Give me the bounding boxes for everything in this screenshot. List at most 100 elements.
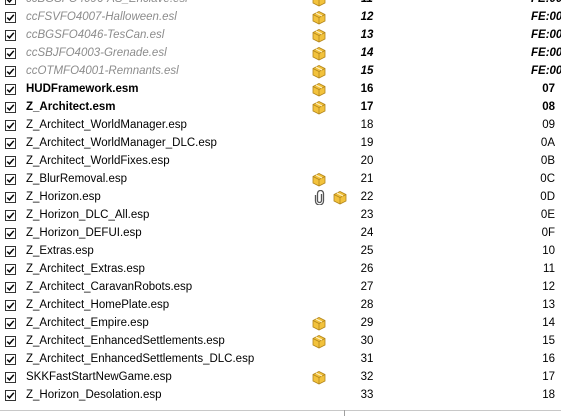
plugin-priority: 29 bbox=[360, 317, 374, 329]
plugin-name: Z_Horizon_DEFUI.esp bbox=[26, 227, 142, 239]
plugin-name: ccOTMFO4001-Remnants.esl bbox=[26, 65, 179, 77]
plugin-priority: 20 bbox=[360, 155, 374, 167]
plugin-priority: 21 bbox=[360, 173, 374, 185]
plugin-name: ccBGSFO4046-TesCan.esl bbox=[26, 29, 165, 41]
plugin-row[interactable]: Z_Horizon_Desolation.esp 33 18 bbox=[0, 387, 561, 405]
plugin-enabled-checkbox[interactable] bbox=[5, 192, 16, 203]
plugin-name: Z_Architect.esm bbox=[26, 101, 116, 113]
plugin-mod-index: FE:004 bbox=[531, 0, 561, 5]
plugin-row[interactable]: Z_BlurRemoval.esp 21 0C bbox=[0, 171, 561, 189]
check-icon bbox=[6, 194, 15, 202]
attachment-icon bbox=[314, 189, 326, 206]
plugin-priority: 25 bbox=[360, 245, 374, 257]
plugin-row[interactable]: SKKFastStartNewGame.esp 32 17 bbox=[0, 369, 561, 387]
plugin-name: Z_Horizon_DLC_All.esp bbox=[26, 209, 150, 221]
check-icon bbox=[6, 32, 15, 40]
plugin-mod-index: FE:008 bbox=[531, 65, 561, 77]
plugin-mod-index: 17 bbox=[542, 371, 555, 383]
plugin-priority: 22 bbox=[360, 191, 374, 203]
plugin-enabled-checkbox[interactable] bbox=[5, 0, 16, 5]
plugin-enabled-checkbox[interactable] bbox=[5, 354, 16, 365]
check-icon bbox=[6, 230, 15, 238]
plugin-row[interactable]: ccOTMFO4001-Remnants.esl 15 FE:008 bbox=[0, 63, 561, 81]
plugin-enabled-checkbox[interactable] bbox=[5, 138, 16, 149]
archive-icon bbox=[312, 334, 326, 349]
plugin-enabled-checkbox[interactable] bbox=[5, 156, 16, 167]
plugin-mod-index: 12 bbox=[542, 281, 555, 293]
check-icon bbox=[6, 374, 15, 382]
plugin-enabled-checkbox[interactable] bbox=[5, 300, 16, 311]
plugin-enabled-checkbox[interactable] bbox=[5, 228, 16, 239]
plugin-enabled-checkbox[interactable] bbox=[5, 282, 16, 293]
plugin-name: ccFSVFO4007-Halloween.esl bbox=[26, 11, 177, 23]
check-icon bbox=[6, 122, 15, 130]
plugin-name: Z_Architect_EnhancedSettlements.esp bbox=[26, 335, 225, 347]
plugin-enabled-checkbox[interactable] bbox=[5, 120, 16, 131]
check-icon bbox=[6, 176, 15, 184]
plugin-enabled-checkbox[interactable] bbox=[5, 336, 16, 347]
plugin-enabled-checkbox[interactable] bbox=[5, 390, 16, 401]
plugin-enabled-checkbox[interactable] bbox=[5, 66, 16, 77]
check-icon bbox=[6, 104, 15, 112]
plugin-mod-index: 14 bbox=[542, 317, 555, 329]
check-icon bbox=[6, 0, 13, 4]
plugin-enabled-checkbox[interactable] bbox=[5, 372, 16, 383]
check-icon bbox=[6, 50, 15, 58]
plugin-row[interactable]: Z_Horizon_DEFUI.esp 24 0F bbox=[0, 225, 561, 243]
check-icon bbox=[6, 356, 15, 364]
plugin-row[interactable]: ccBGSFO4046-TesCan.esl 13 FE:006 bbox=[0, 27, 561, 45]
plugin-row[interactable]: Z_Architect_Extras.esp 26 11 bbox=[0, 261, 561, 279]
plugin-row[interactable]: ccFSVFO4007-Halloween.esl 12 FE:005 bbox=[0, 9, 561, 27]
plugin-row[interactable]: Z_Extras.esp 25 10 bbox=[0, 243, 561, 261]
plugin-enabled-checkbox[interactable] bbox=[5, 84, 16, 95]
plugin-mod-index: 15 bbox=[542, 335, 555, 347]
plugin-enabled-checkbox[interactable] bbox=[5, 210, 16, 221]
plugin-enabled-checkbox[interactable] bbox=[5, 174, 16, 185]
plugin-name: Z_Architect_EnhancedSettlements_DLC.esp bbox=[26, 353, 255, 365]
plugin-name: Z_Horizon.esp bbox=[26, 191, 101, 203]
archive-icon bbox=[333, 190, 347, 205]
archive-icon bbox=[312, 172, 326, 187]
plugin-row[interactable]: ccBGSFO4096-AS_Enclave.esl 11 FE:004 bbox=[0, 0, 561, 9]
status-panel bbox=[344, 410, 561, 416]
archive-icon bbox=[312, 370, 326, 385]
plugin-enabled-checkbox[interactable] bbox=[5, 102, 16, 113]
plugin-priority: 30 bbox=[360, 335, 374, 347]
plugin-row[interactable]: Z_Architect.esm 17 08 bbox=[0, 99, 561, 117]
check-icon bbox=[6, 86, 15, 94]
plugin-mod-index: 0D bbox=[540, 191, 555, 203]
plugin-enabled-checkbox[interactable] bbox=[5, 48, 16, 59]
plugin-name: Z_Architect_HomePlate.esp bbox=[26, 299, 170, 311]
plugin-row[interactable]: HUDFramework.esm 16 07 bbox=[0, 81, 561, 99]
plugin-mod-index: 0C bbox=[540, 173, 555, 185]
plugin-mod-index: 0B bbox=[540, 155, 555, 167]
plugin-name: Z_Architect_Empire.esp bbox=[26, 317, 149, 329]
plugin-row[interactable]: Z_Architect_CaravanRobots.esp 27 12 bbox=[0, 279, 561, 297]
plugin-enabled-checkbox[interactable] bbox=[5, 30, 16, 41]
plugin-row[interactable]: Z_Horizon_DLC_All.esp 23 0E bbox=[0, 207, 561, 225]
plugin-enabled-checkbox[interactable] bbox=[5, 246, 16, 257]
plugin-row[interactable]: ccSBJFO4003-Grenade.esl 14 FE:007 bbox=[0, 45, 561, 63]
plugin-row[interactable]: Z_Architect_EnhancedSettlements_DLC.esp 3… bbox=[0, 351, 561, 369]
plugin-name: Z_Architect_WorldFixes.esp bbox=[26, 155, 170, 167]
plugin-mod-index: 09 bbox=[542, 119, 555, 131]
plugin-enabled-checkbox[interactable] bbox=[5, 264, 16, 275]
plugin-enabled-checkbox[interactable] bbox=[5, 318, 16, 329]
plugin-name: ccSBJFO4003-Grenade.esl bbox=[26, 47, 167, 59]
check-icon bbox=[6, 392, 15, 400]
plugin-name: SKKFastStartNewGame.esp bbox=[26, 371, 172, 383]
archive-icon bbox=[312, 10, 326, 25]
archive-icon bbox=[312, 100, 326, 115]
plugin-row[interactable]: Z_Architect_HomePlate.esp 28 13 bbox=[0, 297, 561, 315]
plugin-row[interactable]: Z_Architect_WorldManager.esp 18 09 bbox=[0, 117, 561, 135]
plugin-mod-index: 13 bbox=[542, 299, 555, 311]
plugin-priority: 19 bbox=[360, 137, 374, 149]
plugin-row[interactable]: Z_Architect_WorldManager_DLC.esp 19 0A bbox=[0, 135, 561, 153]
plugin-priority: 32 bbox=[360, 371, 374, 383]
plugin-row[interactable]: Z_Architect_EnhancedSettlements.esp 30 15 bbox=[0, 333, 561, 351]
plugin-row[interactable]: Z_Architect_WorldFixes.esp 20 0B bbox=[0, 153, 561, 171]
plugin-enabled-checkbox[interactable] bbox=[5, 12, 16, 23]
plugin-row[interactable]: Z_Architect_Empire.esp 29 14 bbox=[0, 315, 561, 333]
archive-icon bbox=[312, 82, 326, 97]
plugin-row[interactable]: Z_Horizon.esp 22 0D bbox=[0, 189, 561, 207]
